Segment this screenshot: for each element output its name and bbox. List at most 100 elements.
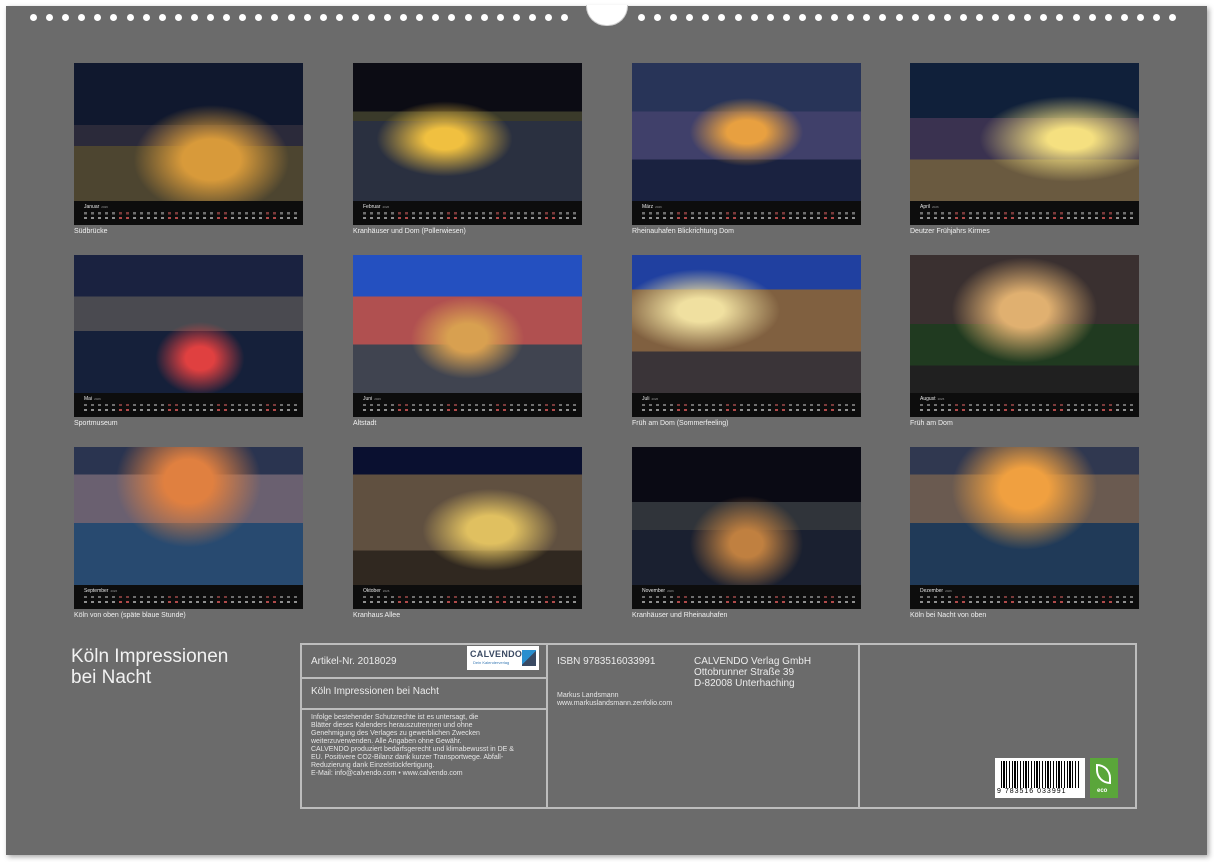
- day-cell: [789, 596, 792, 605]
- binding-holes-left: [30, 14, 569, 22]
- day-cell: [147, 596, 150, 605]
- day-cell: [510, 596, 513, 605]
- day-cell: [838, 596, 841, 605]
- eco-label: eco: [1097, 788, 1108, 794]
- day-cell: [1025, 404, 1028, 413]
- day-cell: [510, 404, 513, 413]
- month-calendar-strip: August 2026: [910, 393, 1139, 417]
- day-cell: [91, 212, 94, 221]
- day-cell: [1109, 596, 1112, 605]
- day-row: [84, 212, 297, 222]
- barcode-digits: 9 783516 033991: [997, 788, 1067, 795]
- month-photo: [353, 447, 582, 585]
- month-panel: Mai 2026 Sportmuseum: [74, 255, 303, 427]
- month-name: Februar 2026: [363, 204, 390, 210]
- day-cell: [224, 404, 227, 413]
- day-cell: [1074, 596, 1077, 605]
- day-cell: [733, 404, 736, 413]
- day-cell: [573, 212, 576, 221]
- logo-mark-icon: [522, 650, 536, 666]
- binding-hole: [895, 14, 903, 21]
- day-cell: [1060, 404, 1063, 413]
- day-cell: [733, 596, 736, 605]
- day-cell: [955, 596, 958, 605]
- day-cell: [559, 596, 562, 605]
- day-cell: [1074, 404, 1077, 413]
- day-cell: [566, 404, 569, 413]
- day-cell: [531, 596, 534, 605]
- binding-hole: [1136, 14, 1144, 21]
- day-cell: [927, 596, 930, 605]
- day-cell: [775, 596, 778, 605]
- day-cell: [1102, 404, 1105, 413]
- binding-hole: [992, 14, 1000, 21]
- day-cell: [990, 596, 993, 605]
- month-calendar-strip: November 2026: [632, 585, 861, 609]
- day-cell: [433, 596, 436, 605]
- day-cell: [161, 212, 164, 221]
- day-cell: [98, 212, 101, 221]
- day-cell: [1095, 404, 1098, 413]
- binding-hole: [638, 14, 645, 21]
- day-cell: [412, 596, 415, 605]
- day-cell: [440, 596, 443, 605]
- day-cell: [1018, 404, 1021, 413]
- day-cell: [245, 596, 248, 605]
- day-cell: [405, 404, 408, 413]
- day-cell: [217, 212, 220, 221]
- day-cell: [1067, 212, 1070, 221]
- month-calendar-strip: Juli 2026: [632, 393, 861, 417]
- month-year: 2026: [94, 397, 101, 401]
- legal-line: CALVENDO produziert bedarfsgerecht und k…: [311, 746, 514, 753]
- day-cell: [1081, 596, 1084, 605]
- day-cell: [754, 212, 757, 221]
- day-cell: [426, 404, 429, 413]
- day-cell: [747, 212, 750, 221]
- day-cell: [642, 212, 645, 221]
- day-cell: [803, 212, 806, 221]
- day-cell: [934, 404, 937, 413]
- day-cell: [545, 596, 548, 605]
- day-cell: [259, 212, 262, 221]
- day-cell: [168, 404, 171, 413]
- binding-holes-right: [638, 14, 1177, 22]
- month-photo: [353, 255, 582, 393]
- day-cell: [475, 596, 478, 605]
- day-cell: [948, 404, 951, 413]
- day-cell: [545, 404, 548, 413]
- day-cell: [231, 596, 234, 605]
- day-cell: [140, 212, 143, 221]
- day-cell: [691, 212, 694, 221]
- day-cell: [824, 596, 827, 605]
- legal-line: Infolge bestehender Schutzrechte ist es …: [311, 714, 479, 721]
- photo-caption: Südbrücke: [74, 228, 108, 235]
- binding-hole: [1072, 14, 1080, 21]
- day-cell: [224, 212, 227, 221]
- day-cell: [824, 404, 827, 413]
- day-cell: [775, 404, 778, 413]
- day-cell: [1116, 404, 1119, 413]
- day-cell: [817, 404, 820, 413]
- day-row: [363, 212, 576, 222]
- day-cell: [126, 596, 129, 605]
- day-cell: [969, 404, 972, 413]
- month-year: 2026: [937, 397, 945, 401]
- day-cell: [370, 404, 373, 413]
- month-calendar-strip: Januar 2026: [74, 201, 303, 225]
- day-cell: [524, 212, 527, 221]
- day-cell: [852, 596, 855, 605]
- binding-hole: [815, 14, 823, 21]
- day-cell: [573, 596, 576, 605]
- binding-hole: [30, 14, 37, 21]
- day-cell: [280, 404, 283, 413]
- day-cell: [852, 212, 855, 221]
- day-cell: [927, 212, 930, 221]
- day-cell: [845, 212, 848, 221]
- month-calendar-strip: Oktober 2026: [353, 585, 582, 609]
- day-cell: [84, 212, 87, 221]
- day-cell: [726, 596, 729, 605]
- day-cell: [796, 596, 799, 605]
- day-cell: [1018, 596, 1021, 605]
- month-year: 2026: [382, 589, 390, 593]
- day-cell: [1130, 404, 1133, 413]
